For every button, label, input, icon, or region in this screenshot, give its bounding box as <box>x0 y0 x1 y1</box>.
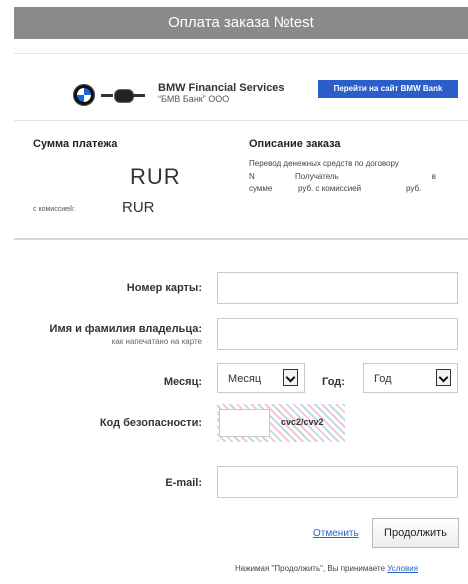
order-description-line: Перевод денежных средств по договору <box>249 159 399 168</box>
terms-notice: Нажимая "Продолжить", Вы принимаете Усло… <box>235 564 418 573</box>
holder-name-label: Имя и фамилия владельца: <box>49 323 202 335</box>
brand-title: BMW Financial Services <box>158 82 285 94</box>
terms-text: Нажимая "Продолжить", Вы принимаете <box>235 564 386 573</box>
security-code-label: Код безопасности: <box>99 417 202 429</box>
bmw-logo <box>73 84 95 106</box>
month-select[interactable]: Месяц <box>217 363 305 393</box>
chevron-down-icon[interactable] <box>283 369 298 386</box>
commission-label: с комиссией: <box>33 206 75 213</box>
divider <box>14 238 468 240</box>
holder-name-input[interactable] <box>217 318 458 350</box>
divider <box>14 120 468 121</box>
holder-name-hint: как напечатано на карте <box>111 337 202 346</box>
contract-number-label: N <box>249 172 255 181</box>
payment-sum-label: Сумма платежа <box>33 138 118 150</box>
year-select-value: Год <box>374 373 392 385</box>
email-label: E-mail: <box>165 477 202 489</box>
divider <box>14 53 468 54</box>
card-number-input[interactable] <box>217 272 458 304</box>
commission-text: руб. с комиссией <box>298 184 362 193</box>
recipient-label: Получатель <box>295 172 339 181</box>
brand-subtitle: “БМВ Банк” ООО <box>158 94 230 104</box>
cancel-link[interactable]: Отменить <box>313 528 359 539</box>
year-select[interactable]: Год <box>363 363 458 393</box>
payment-currency: RUR <box>130 164 181 189</box>
preposition-text: в <box>431 172 436 181</box>
security-code-input[interactable] <box>219 409 270 437</box>
terms-link[interactable]: Условия <box>387 564 418 573</box>
page-title: Оплата заказа №test <box>168 14 314 31</box>
page-header: Оплата заказа №test <box>14 7 468 39</box>
month-label: Месяц: <box>163 376 202 388</box>
chevron-down-icon[interactable] <box>436 369 451 386</box>
bmw-bank-site-button[interactable]: Перейти на сайт BMW Bank <box>318 80 458 98</box>
sum-text: сумме <box>249 184 273 193</box>
order-description-title: Описание заказа <box>249 138 341 150</box>
currency-text: руб. <box>406 184 422 193</box>
continue-button[interactable]: Продолжить <box>372 518 459 548</box>
email-input[interactable] <box>217 466 458 498</box>
commission-currency: RUR <box>122 199 155 216</box>
card-number-label: Номер карты: <box>126 282 202 294</box>
security-code-hint: cvc2/cvv2 <box>281 417 324 427</box>
mini-logo <box>101 88 145 103</box>
month-select-value: Месяц <box>228 373 262 385</box>
year-label: Год: <box>322 376 345 388</box>
